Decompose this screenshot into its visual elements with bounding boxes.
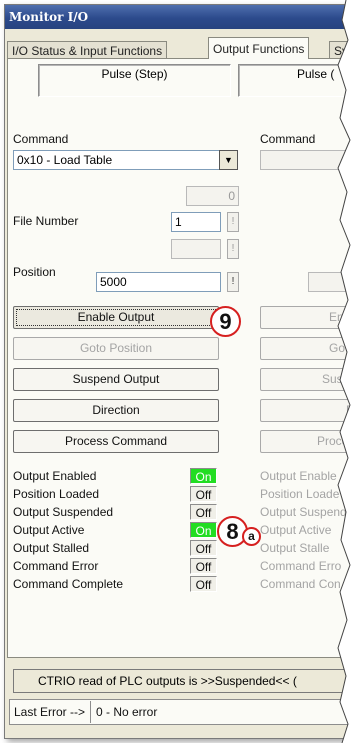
tab-output-functions[interactable]: Output Functions bbox=[208, 37, 310, 59]
torn-edge bbox=[337, 0, 360, 743]
